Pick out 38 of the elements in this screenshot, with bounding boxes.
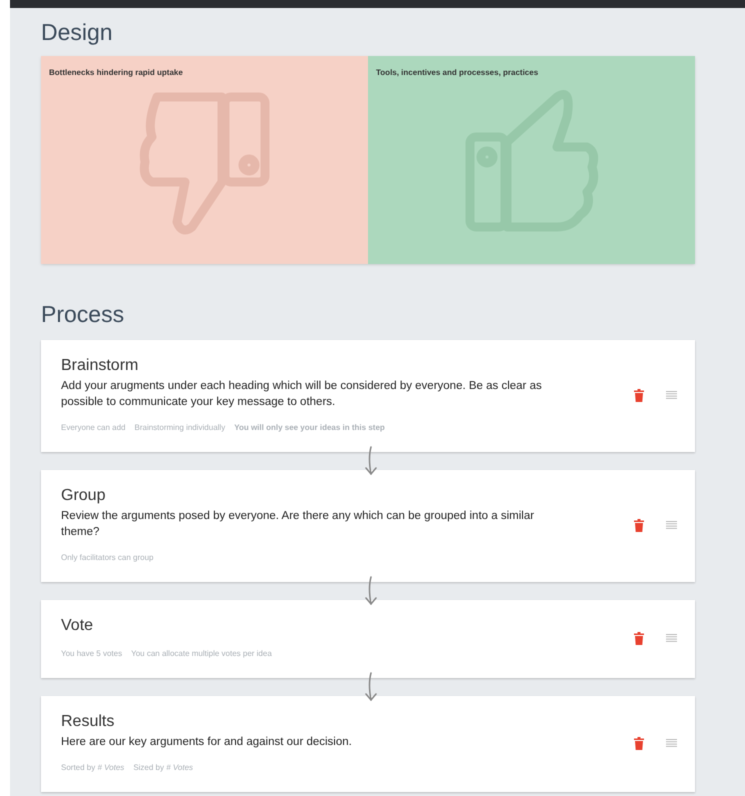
trash-icon: [634, 632, 644, 644]
trash-icon: [634, 736, 644, 750]
section-title: Process: [41, 300, 126, 328]
step-tag: Everyone can add: [61, 422, 126, 434]
delete-button[interactable]: [633, 388, 645, 402]
arrow-icon: [364, 672, 376, 702]
trash-icon: [634, 388, 644, 402]
step-tag: Only facilitators can group: [61, 552, 154, 564]
arrow-icon: [364, 576, 376, 606]
drag-handle[interactable]: [665, 633, 677, 643]
step-description: Review the arguments posed by everyone. Are there any which can be grouped into a similar theme?: [61, 509, 536, 540]
step-tag: You will only see your ideas in this step: [234, 422, 385, 434]
menu-icon: [666, 739, 676, 747]
arrow-icon: [364, 446, 376, 476]
menu-icon: [666, 521, 676, 529]
step-tag: You can allocate multiple votes per idea: [131, 648, 272, 660]
step-description: Here are our key arguments for and against our decision.: [61, 735, 353, 750]
menu-icon: [666, 634, 676, 642]
step-tag: Sized by # Votes: [133, 762, 194, 774]
drag-handle[interactable]: [665, 520, 677, 530]
section-title: Design: [41, 18, 114, 46]
step-description: Add your arugments under each heading which will be considered by everyone. Be as clear as possible to communicate your key message to others.: [61, 379, 543, 410]
delete-button[interactable]: [633, 518, 645, 532]
step-tag: Sorted by # Votes: [61, 762, 124, 774]
drag-handle[interactable]: [665, 738, 677, 748]
trash-icon: [634, 518, 644, 532]
step-title: Vote: [61, 616, 94, 636]
step-title: Group: [61, 486, 106, 506]
step-title: Brainstorm: [61, 356, 140, 376]
delete-button[interactable]: [633, 736, 645, 750]
drag-handle[interactable]: [665, 390, 677, 400]
delete-button[interactable]: [633, 631, 645, 645]
quadrant-label: Tools, incentives and processes, practices: [375, 67, 538, 79]
step-tag: Brainstorming individually: [134, 422, 226, 434]
menu-icon: [666, 391, 676, 399]
quadrant-label: Bottlenecks hindering rapid uptake: [48, 67, 183, 79]
step-title: Results: [61, 712, 116, 732]
step-tag: You have 5 votes: [61, 648, 122, 660]
